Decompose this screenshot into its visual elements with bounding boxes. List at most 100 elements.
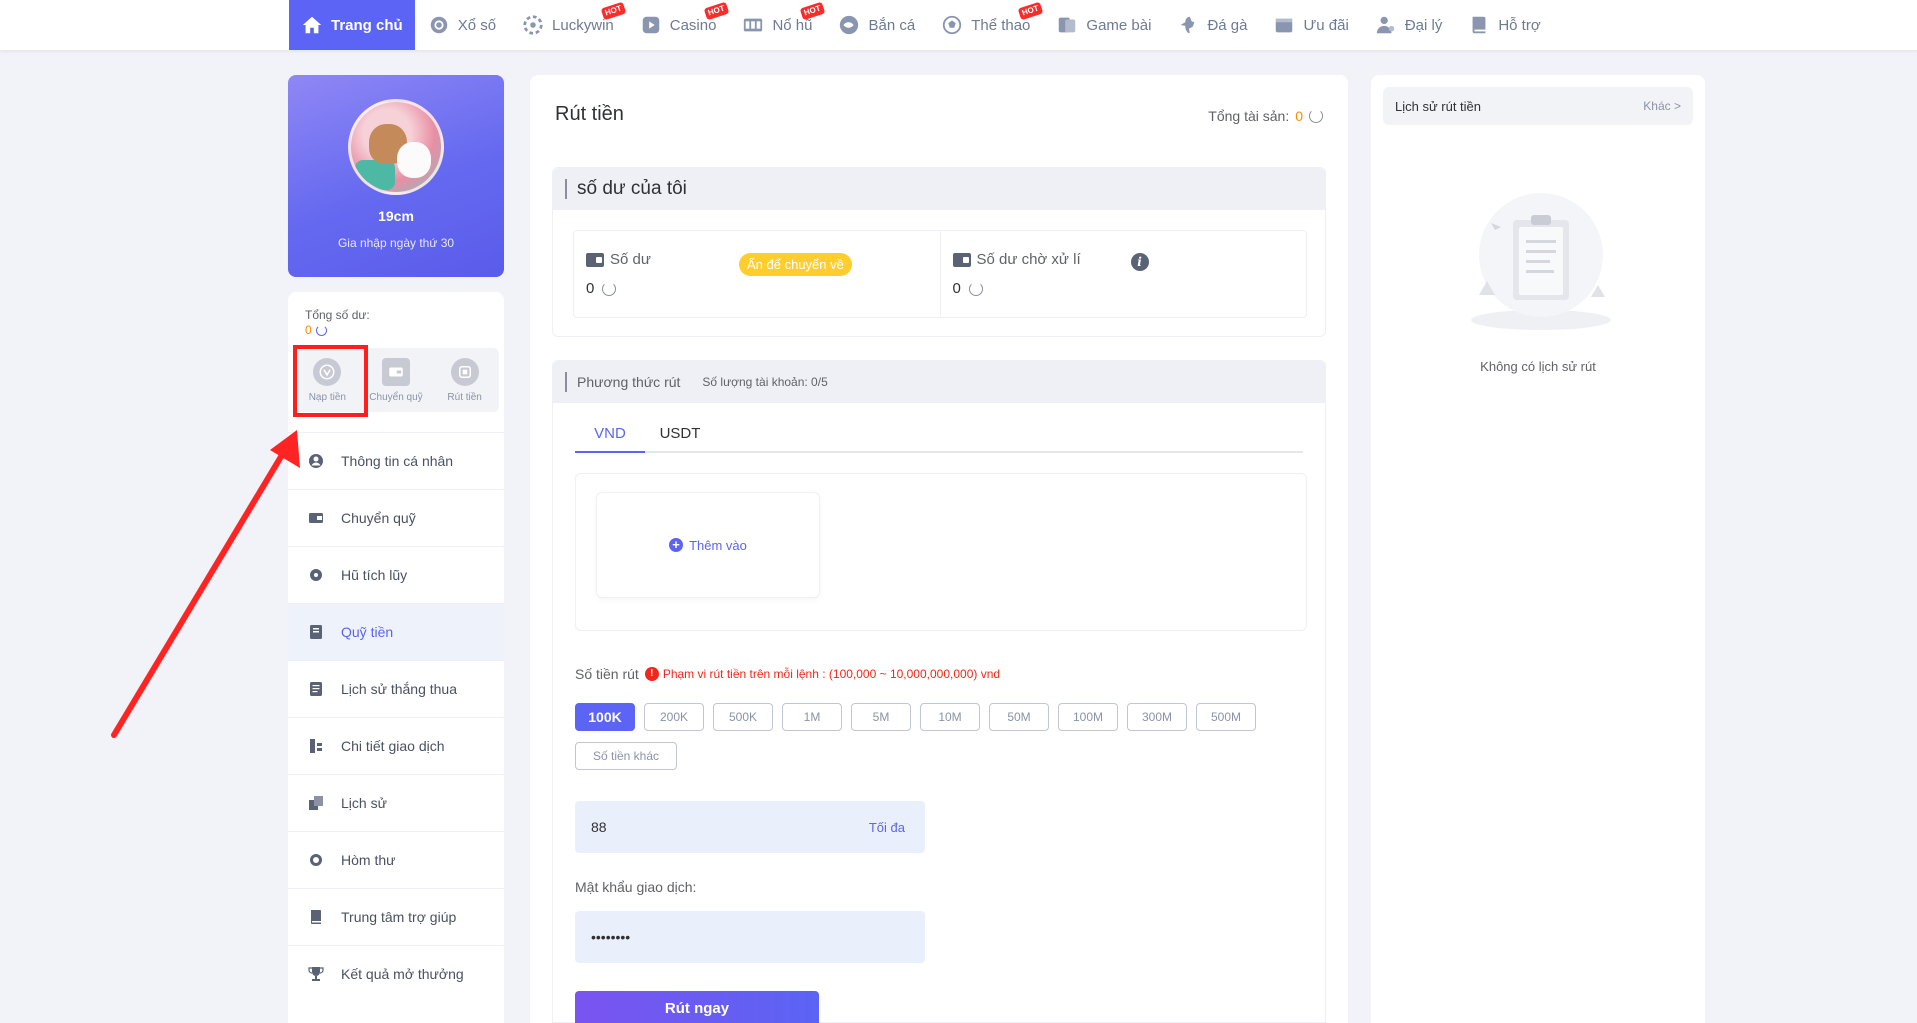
nav-label: Đại lý <box>1404 16 1443 34</box>
cards-icon <box>1056 14 1078 36</box>
user-icon <box>308 453 324 469</box>
rooster-icon <box>1177 14 1199 36</box>
menu-winloss-history[interactable]: Lịch sử thắng thua <box>288 660 504 717</box>
pending-value: 0 <box>952 280 961 297</box>
agent-icon <box>1375 14 1397 36</box>
transfer-label: Chuyển quỹ <box>369 391 423 403</box>
nav-casino[interactable]: Casino HOT <box>627 0 730 50</box>
menu-transfer[interactable]: Chuyển quỹ <box>288 489 504 546</box>
amount-chip[interactable]: 200K <box>644 703 704 731</box>
info-icon[interactable]: i <box>1130 253 1149 271</box>
password-input[interactable] <box>591 929 909 945</box>
history-title: Lịch sử rút tiền <box>1395 98 1482 114</box>
menu-label: Quỹ tiền <box>341 624 394 640</box>
total-balance: 0 <box>305 323 327 337</box>
nav-lottery[interactable]: Xổ số <box>415 0 509 50</box>
total-balance-value: 0 <box>305 323 312 337</box>
fund-icon <box>308 624 324 640</box>
amount-input[interactable] <box>591 819 869 835</box>
alert-icon: ! <box>644 667 659 681</box>
amount-chip[interactable]: 500M <box>1196 703 1256 731</box>
add-account-button[interactable]: + Thêm vào <box>596 492 820 598</box>
refresh-icon[interactable] <box>602 281 617 296</box>
more-link[interactable]: Khác > <box>1643 99 1681 113</box>
withdraw-icon <box>450 357 479 386</box>
amount-chip[interactable]: 1M <box>782 703 842 731</box>
amount-chip[interactable]: 300M <box>1127 703 1187 731</box>
nav-label: Ưu đãi <box>1303 16 1349 34</box>
menu-history[interactable]: Lịch sử <box>288 774 504 831</box>
avatar[interactable] <box>348 99 444 195</box>
my-balance-section: số dư của tôi Số dư 0 Ấn để chuyển về Số… <box>552 167 1326 337</box>
amount-chip[interactable]: 50M <box>989 703 1049 731</box>
amount-chip[interactable]: 500K <box>713 703 773 731</box>
page-title: Rút tiền <box>555 103 624 125</box>
menu-mailbox[interactable]: Hòm thư <box>288 831 504 888</box>
account-list: + Thêm vào <box>575 473 1307 631</box>
withdraw-now-button[interactable]: Rút ngay <box>575 991 819 1023</box>
withdraw-panel: Rút tiền Tổng tài sản: 0 số dư của tôi S… <box>530 75 1348 1023</box>
nav-cockfight[interactable]: Đá gà <box>1164 0 1260 50</box>
nav-cards[interactable]: Game bài <box>1043 0 1164 50</box>
wallet-icon <box>308 510 324 526</box>
menu-personal-info[interactable]: Thông tin cá nhân <box>288 432 504 489</box>
refresh-icon[interactable] <box>315 324 327 336</box>
soccer-icon <box>941 14 963 36</box>
username: 19cm <box>378 208 414 224</box>
amount-field: Tối đa <box>575 801 925 853</box>
other-amount-button[interactable]: Số tiền khác <box>575 742 677 770</box>
menu-results[interactable]: Kết quả mở thưởng <box>288 945 504 1002</box>
nav-support[interactable]: Hỗ trợ <box>1455 0 1553 50</box>
gift-icon <box>1273 14 1295 36</box>
menu-fund[interactable]: Quỹ tiền <box>288 603 504 660</box>
max-button[interactable]: Tối đa <box>869 820 905 835</box>
menu-transaction-detail[interactable]: Chi tiết giao dịch <box>288 717 504 774</box>
section-title: số dư của tôi <box>577 178 687 199</box>
menu-jar[interactable]: Hũ tích lũy <box>288 546 504 603</box>
nav-slot[interactable]: Nổ hũ HOT <box>729 0 825 50</box>
total-assets-label: Tổng tài sản: <box>1208 108 1290 124</box>
empty-history-text: Không có lịch sử rút <box>1480 359 1596 374</box>
nav-agent[interactable]: Đại lý <box>1362 0 1456 50</box>
amount-chip[interactable]: 100K <box>575 703 635 731</box>
tab-usdt[interactable]: USDT <box>645 419 715 451</box>
tab-vnd[interactable]: VND <box>575 419 645 453</box>
section-header: số dư của tôi <box>553 168 1325 210</box>
amount-chips: 100K 200K 500K 1M 5M 10M 50M 100M 300M 5… <box>575 703 1256 731</box>
support-icon <box>1468 14 1490 36</box>
transfer-back-button[interactable]: Ấn để chuyển về <box>739 253 852 276</box>
history-header: Lịch sử rút tiền Khác > <box>1383 87 1693 125</box>
nav-sports[interactable]: Thể thao HOT <box>928 0 1043 50</box>
refresh-icon[interactable] <box>1309 109 1323 123</box>
menu-label: Lịch sử thắng thua <box>341 681 458 697</box>
nav-home[interactable]: Trang chủ <box>289 0 415 50</box>
plus-icon: + <box>669 538 684 552</box>
casino-icon <box>640 14 662 36</box>
amount-label: Số tiền rút <box>575 666 639 682</box>
nav-promo[interactable]: Ưu đãi <box>1260 0 1361 50</box>
nav-luckywin[interactable]: Luckywin HOT <box>509 0 627 50</box>
nav-label: Đá gà <box>1207 16 1248 34</box>
section-title: Phương thức rút <box>577 374 681 390</box>
annotation-highlight-box <box>293 345 368 417</box>
amount-chip[interactable]: 10M <box>920 703 980 731</box>
refresh-icon[interactable] <box>968 281 983 296</box>
wallet-icon <box>586 252 604 267</box>
top-nav: Trang chủ Xổ số Luckywin HOT Casino HOT … <box>0 0 1917 50</box>
pending-balance-card: Số dư chờ xử lí 0 i <box>939 231 1307 317</box>
amount-chip[interactable]: 5M <box>851 703 911 731</box>
amount-chip[interactable]: 100M <box>1058 703 1118 731</box>
account-menu-card: Tổng số dư: 0 Nạp tiền Chuyển quỹ Rút ti… <box>288 292 504 1023</box>
amount-hint: Phạm vi rút tiền trên mỗi lệnh : (100,00… <box>662 667 1001 681</box>
menu-label: Kết quả mở thưởng <box>341 966 464 982</box>
join-days: Gia nhập ngày thứ 30 <box>337 236 455 250</box>
side-menu: Thông tin cá nhân Chuyển quỹ Hũ tích lũy… <box>288 432 504 1002</box>
menu-help-center[interactable]: Trung tâm trợ giúp <box>288 888 504 945</box>
menu-label: Lịch sử <box>341 795 387 811</box>
balance-value: 0 <box>586 280 595 297</box>
password-field <box>575 911 925 963</box>
transfer-button[interactable]: Chuyển quỹ <box>365 357 427 403</box>
empty-clipboard-icon <box>1471 193 1611 330</box>
nav-fish[interactable]: Bắn cá <box>825 0 928 50</box>
withdraw-button[interactable]: Rút tiền <box>434 357 496 403</box>
